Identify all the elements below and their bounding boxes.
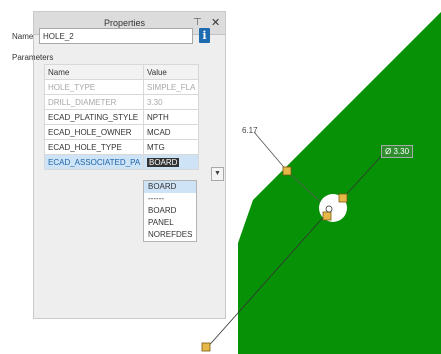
dropdown-separator: ------ bbox=[148, 194, 164, 203]
dimension-handle[interactable] bbox=[338, 193, 348, 203]
param-value[interactable]: MTG bbox=[142, 139, 200, 155]
name-label: Name bbox=[12, 32, 34, 41]
param-value-select[interactable]: BOARD bbox=[142, 154, 200, 170]
param-value: 3.30 bbox=[142, 94, 200, 110]
dropdown-option[interactable]: BOARD bbox=[144, 205, 196, 217]
param-value[interactable]: MCAD bbox=[142, 124, 200, 140]
panel-title: Properties bbox=[104, 18, 146, 28]
param-name: DRILL_DIAMETER bbox=[44, 94, 144, 110]
param-name: ECAD_HOLE_TYPE bbox=[44, 139, 144, 155]
diameter-label[interactable]: Ø 3.30 bbox=[381, 145, 414, 158]
table-row[interactable]: ECAD_PLATING_STYLE NPTH bbox=[44, 109, 200, 125]
name-input[interactable] bbox=[39, 28, 193, 44]
table-row[interactable]: HOLE_TYPE SIMPLE_FLA bbox=[44, 79, 200, 95]
dropdown-option[interactable]: NOREFDES bbox=[144, 229, 196, 241]
column-header-value[interactable]: Value bbox=[142, 64, 200, 80]
dropdown-option[interactable]: PANEL bbox=[144, 217, 196, 229]
param-name: HOLE_TYPE bbox=[44, 79, 144, 95]
table-row[interactable]: DRILL_DIAMETER 3.30 bbox=[44, 94, 200, 110]
param-value[interactable]: NPTH bbox=[142, 109, 200, 125]
info-icon[interactable]: i bbox=[199, 28, 210, 43]
dropdown-arrow-icon[interactable]: ▼ bbox=[211, 167, 224, 181]
dimension-label[interactable]: 6.17 bbox=[242, 126, 258, 135]
param-name: ECAD_HOLE_OWNER bbox=[44, 124, 144, 140]
param-name: ECAD_ASSOCIATED_PA bbox=[44, 154, 144, 170]
parameters-table: Name Value HOLE_TYPE SIMPLE_FLA DRILL_DI… bbox=[44, 64, 200, 170]
close-icon[interactable]: ✕ bbox=[211, 16, 220, 29]
table-row[interactable]: ECAD_HOLE_OWNER MCAD bbox=[44, 124, 200, 140]
dimension-handle[interactable] bbox=[322, 211, 332, 221]
column-header-name[interactable]: Name bbox=[44, 64, 144, 80]
table-row-selected[interactable]: ECAD_ASSOCIATED_PA BOARD bbox=[44, 154, 200, 170]
table-row[interactable]: ECAD_HOLE_TYPE MTG bbox=[44, 139, 200, 155]
dimension-handle[interactable] bbox=[201, 342, 211, 352]
parameters-label: Parameters bbox=[12, 53, 54, 62]
dropdown-option[interactable]: BOARD bbox=[144, 181, 196, 193]
param-value: SIMPLE_FLA bbox=[142, 79, 200, 95]
pin-icon[interactable]: ⊤ bbox=[193, 17, 202, 28]
dimension-handle[interactable] bbox=[282, 166, 292, 176]
dropdown-list: BOARD ------ BOARD PANEL NOREFDES bbox=[143, 180, 197, 242]
leader-line bbox=[253, 131, 289, 173]
select-current-value[interactable]: BOARD bbox=[147, 157, 180, 167]
hole-center-handle[interactable] bbox=[325, 205, 333, 213]
param-name: ECAD_PLATING_STYLE bbox=[44, 109, 144, 125]
board-shape[interactable] bbox=[238, 12, 441, 354]
table-header: Name Value bbox=[44, 64, 200, 80]
